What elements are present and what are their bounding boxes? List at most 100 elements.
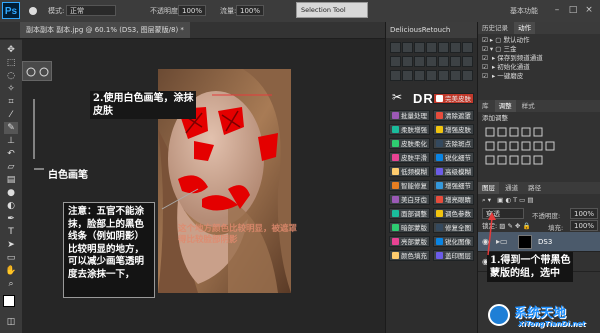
opacity-label: 不透明度: — [150, 7, 181, 15]
action-row[interactable]: ☑ ▾ ▢ 三金 — [482, 45, 516, 54]
action-row[interactable]: ☑ ▸ 保存到频道通道 — [482, 54, 543, 63]
plugin-left-button[interactable]: 皮肤平滑 — [389, 152, 430, 163]
plugin-left-button[interactable]: 柔肤增强 — [389, 124, 430, 135]
stamp-icon[interactable]: ⊥ — [4, 135, 18, 147]
plugin-left-button[interactable]: 智能修复 — [389, 180, 430, 191]
tab-history[interactable]: 历史记录 — [478, 22, 512, 34]
action-row[interactable]: ☑ ▸ 初始化通道 — [482, 63, 530, 72]
document-tab[interactable]: 副本副本 副本.jpg @ 60.1% (DS3, 图层蒙版/8) * — [20, 22, 190, 38]
quick-mask-icon[interactable]: ◫ — [4, 316, 18, 328]
plugin-right-button[interactable]: 增亮眼睛 — [433, 194, 474, 205]
retouch-tools-icon[interactable]: ✂ — [392, 90, 410, 106]
mode-select[interactable]: 正常 — [66, 5, 116, 16]
close-icon[interactable]: × — [582, 3, 596, 17]
plugin-left-button[interactable]: 美白牙齿 — [389, 194, 430, 205]
plugin-right-button[interactable]: 去除斑点 — [433, 138, 474, 149]
tool-square-icon[interactable] — [462, 42, 473, 53]
tool-square-icon[interactable] — [462, 70, 473, 81]
tool-square-icon[interactable] — [390, 70, 401, 81]
zoom-icon[interactable]: ⌕ — [4, 278, 18, 290]
plugin-left-button[interactable]: 面部调整 — [389, 208, 430, 219]
tool-square-icon[interactable] — [390, 56, 401, 67]
plugin-right-button[interactable]: 锐化细节 — [433, 152, 474, 163]
dodge-icon[interactable]: ◐ — [4, 200, 18, 212]
tab-libraries[interactable]: 库 — [478, 100, 493, 112]
tool-square-icon[interactable] — [450, 42, 461, 53]
plugin-action-icon — [392, 126, 399, 133]
eraser-icon[interactable]: ▱ — [4, 161, 18, 173]
tool-square-icon[interactable] — [414, 70, 425, 81]
path-select-icon[interactable]: ➤ — [4, 239, 18, 251]
minimize-icon[interactable]: – — [550, 3, 564, 17]
tab-adjustments[interactable]: 调整 — [494, 100, 516, 112]
tab-actions[interactable]: 动作 — [514, 22, 536, 34]
lasso-icon[interactable]: ◌ — [4, 70, 18, 82]
tool-square-icon[interactable] — [426, 70, 437, 81]
tab-paths[interactable]: 路径 — [524, 182, 545, 194]
workspace-label[interactable]: 基本功能 — [510, 0, 538, 22]
action-row[interactable]: ☑ ▸ ▢ 默认动作 — [482, 36, 529, 45]
tool-square-icon[interactable] — [402, 56, 413, 67]
tool-square-icon[interactable] — [438, 56, 449, 67]
pen-icon[interactable]: ✒ — [4, 213, 18, 225]
plugin-left-button[interactable]: 皮肤柔化 — [389, 138, 430, 149]
action-row[interactable]: ☑ ▸ 一键磨皮 — [482, 72, 523, 81]
blur-icon[interactable]: ● — [4, 187, 18, 199]
plugin-right-button[interactable]: 高级模糊 — [433, 166, 474, 177]
eyedropper-icon[interactable]: ⁄ — [4, 109, 18, 121]
gradient-icon[interactable]: ▤ — [4, 174, 18, 186]
brush-icon[interactable]: ✎ — [4, 122, 18, 134]
shape-icon[interactable]: ▭ — [4, 252, 18, 264]
color-swatches[interactable] — [3, 295, 21, 313]
black-mask-thumbnail[interactable] — [518, 235, 532, 249]
tool-square-icon[interactable] — [414, 56, 425, 67]
plugin-right-button[interactable]: 清除遮罩 — [433, 110, 474, 121]
plugin-right-button[interactable]: 锐化图像 — [433, 236, 474, 247]
plugin-right-button[interactable]: 增强细节 — [433, 180, 474, 191]
tool-square-icon[interactable] — [450, 70, 461, 81]
perfect-skin-button[interactable]: 完美皮肤 — [433, 93, 474, 104]
history-brush-icon[interactable]: ↶ — [4, 148, 18, 160]
brush-preset-icon[interactable] — [26, 5, 40, 17]
tool-square-icon[interactable] — [450, 56, 461, 67]
move-icon[interactable]: ✥ — [4, 44, 18, 56]
plugin-panel-title[interactable]: DeliciousRetouch — [386, 22, 478, 38]
plugin-left-button[interactable]: 亮部蒙版 — [389, 236, 430, 247]
layer-opacity-input[interactable]: 100% — [570, 208, 598, 219]
history-actions-tabs: 历史记录 动作 — [478, 22, 600, 34]
tool-square-icon[interactable] — [438, 70, 449, 81]
tool-square-icon[interactable] — [402, 42, 413, 53]
plugin-right-button[interactable]: 盖印图层 — [433, 250, 474, 261]
opacity-input[interactable]: 100% — [178, 5, 206, 16]
plugin-left-button[interactable]: 批量处理 — [389, 110, 430, 121]
type-icon[interactable]: T — [4, 226, 18, 238]
plugin-left-button[interactable]: 低频模糊 — [389, 166, 430, 177]
magic-wand-icon[interactable]: ✧ — [4, 83, 18, 95]
plugin-right-button[interactable]: 修复全图 — [433, 222, 474, 233]
foreground-color-swatch[interactable] — [3, 295, 15, 307]
fill-input[interactable]: 100% — [570, 220, 598, 231]
plugin-right-button[interactable]: 调色参数 — [433, 208, 474, 219]
tool-square-icon[interactable] — [402, 70, 413, 81]
tab-channels[interactable]: 通道 — [501, 182, 522, 194]
tool-square-icon[interactable] — [438, 42, 449, 53]
marquee-icon[interactable]: ⬚ — [4, 57, 18, 69]
tool-square-icon[interactable] — [426, 42, 437, 53]
tool-square-icon[interactable] — [462, 56, 473, 67]
toolbar: ✥ ⬚ ◌ ✧ ⌗ ⁄ ✎ ⊥ ↶ ▱ ▤ ● ◐ ✒ T ➤ ▭ ✋ ⌕ ◫ — [0, 40, 23, 333]
crop-icon[interactable]: ⌗ — [4, 96, 18, 108]
tab-styles[interactable]: 样式 — [518, 100, 539, 112]
plugin-left-button[interactable]: 颜色填充 — [389, 250, 430, 261]
plugin-left-button[interactable]: 暗部蒙版 — [389, 222, 430, 233]
tool-square-icon[interactable] — [414, 42, 425, 53]
tab-layers[interactable]: 图层 — [478, 182, 499, 194]
selection-tool-dialog-title[interactable]: Selection Tool — [296, 2, 368, 18]
tool-square-icon[interactable] — [426, 56, 437, 67]
maximize-icon[interactable]: □ — [566, 3, 580, 17]
plugin-icon-row-1 — [390, 42, 474, 56]
tool-square-icon[interactable] — [390, 42, 401, 53]
plugin-button-label: 美白牙齿 — [401, 196, 427, 204]
plugin-right-button[interactable]: 增强皮肤 — [433, 124, 474, 135]
flow-input[interactable]: 100% — [236, 5, 264, 16]
hand-icon[interactable]: ✋ — [4, 265, 18, 277]
